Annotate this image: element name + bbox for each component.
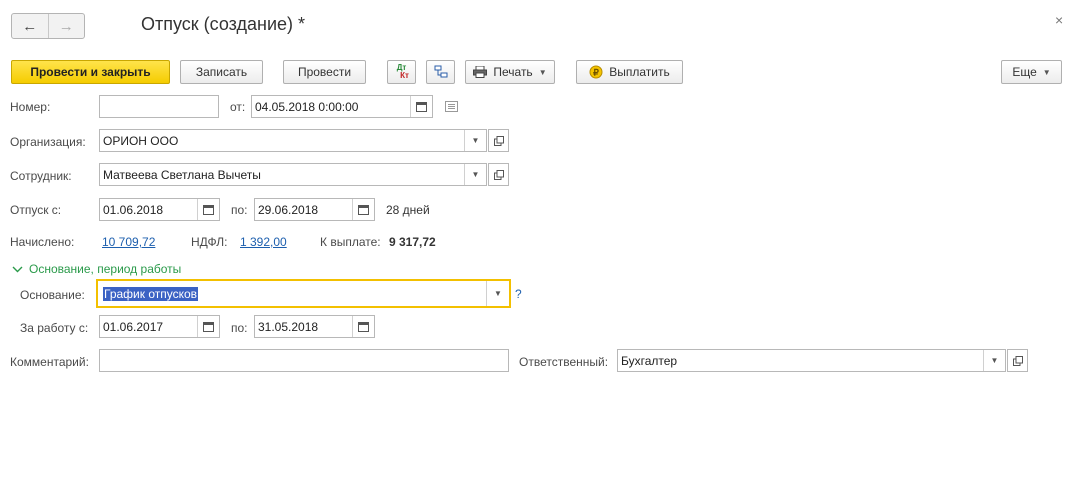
coin-icon: ₽ xyxy=(589,65,603,79)
organization-label: Организация: xyxy=(10,135,86,149)
help-icon[interactable]: ? xyxy=(515,287,522,301)
page-title: Отпуск (создание) * xyxy=(141,14,306,34)
pay-button[interactable]: ₽ Выплатить xyxy=(576,60,683,84)
chevron-down-icon xyxy=(12,266,23,273)
print-button[interactable]: Печать ▼ xyxy=(465,60,555,84)
date-from-label: от: xyxy=(230,100,246,114)
document-history-icon[interactable] xyxy=(445,101,458,115)
accrued-label: Начислено: xyxy=(10,235,75,249)
basis-label: Основание: xyxy=(20,288,85,302)
basis-value: График отпусков xyxy=(103,286,199,301)
vacation-end-input[interactable]: 29.06.2018 xyxy=(254,198,375,221)
more-button[interactable]: Еще ▼ xyxy=(1001,60,1062,84)
work-to-label: по: xyxy=(231,321,248,335)
number-input[interactable] xyxy=(99,95,219,118)
vacation-to-label: по: xyxy=(231,203,248,217)
hierarchy-icon xyxy=(434,65,448,79)
chevron-down-icon: ▼ xyxy=(538,67,547,77)
work-from-label: За работу с: xyxy=(20,321,89,335)
organization-select[interactable]: ОРИОН ООО ▼ xyxy=(99,129,487,152)
vacation-days: 28 дней xyxy=(386,203,430,217)
open-window-icon xyxy=(493,169,504,180)
responsible-select[interactable]: Бухгалтер ▼ xyxy=(617,349,1006,372)
save-button[interactable]: Записать xyxy=(180,60,263,84)
open-window-icon xyxy=(1012,355,1023,366)
comment-label: Комментарий: xyxy=(10,355,89,369)
structure-button[interactable] xyxy=(426,60,455,84)
work-end-input[interactable]: 31.05.2018 xyxy=(254,315,375,338)
back-arrow-icon[interactable]: ← xyxy=(12,14,48,38)
basis-group-toggle[interactable]: Основание, период работы xyxy=(12,262,181,276)
calendar-icon[interactable] xyxy=(410,96,432,117)
open-responsible-button[interactable] xyxy=(1007,349,1028,372)
ndfl-label: НДФЛ: xyxy=(191,235,228,249)
employee-select[interactable]: Матвеева Светлана Вычеты ▼ xyxy=(99,163,487,186)
responsible-label: Ответственный: xyxy=(519,355,609,369)
navigation-buttons: ← → xyxy=(11,13,85,39)
printer-icon xyxy=(473,66,488,78)
chevron-down-icon: ▼ xyxy=(1042,67,1051,77)
ndfl-link[interactable]: 1 392,00 xyxy=(240,235,287,249)
chevron-down-icon[interactable]: ▼ xyxy=(486,281,509,306)
vacation-from-label: Отпуск с: xyxy=(10,203,62,217)
accrued-link[interactable]: 10 709,72 xyxy=(102,235,155,249)
calendar-icon[interactable] xyxy=(352,316,374,337)
calendar-icon[interactable] xyxy=(352,199,374,220)
dt-kt-button[interactable]: Дт Кт xyxy=(387,60,416,84)
comment-input[interactable] xyxy=(99,349,509,372)
close-icon[interactable]: × xyxy=(1055,12,1063,28)
open-employee-button[interactable] xyxy=(488,163,509,186)
payout-label: К выплате: xyxy=(320,235,381,249)
chevron-down-icon[interactable]: ▼ xyxy=(983,350,1005,371)
forward-arrow-icon[interactable]: → xyxy=(47,14,85,38)
chevron-down-icon[interactable]: ▼ xyxy=(464,164,486,185)
payout-amount: 9 317,72 xyxy=(389,235,436,249)
document-date-input[interactable]: 04.05.2018 0:00:00 xyxy=(251,95,433,118)
open-window-icon xyxy=(493,135,504,146)
vacation-start-input[interactable]: 01.06.2018 xyxy=(99,198,220,221)
open-organization-button[interactable] xyxy=(488,129,509,152)
post-button[interactable]: Провести xyxy=(283,60,366,84)
number-label: Номер: xyxy=(10,100,51,114)
dt-kt-icon: Дт Кт xyxy=(396,63,409,80)
svg-text:₽: ₽ xyxy=(593,68,599,78)
calendar-icon[interactable] xyxy=(197,316,219,337)
employee-label: Сотрудник: xyxy=(10,169,72,183)
work-start-input[interactable]: 01.06.2017 xyxy=(99,315,220,338)
calendar-icon[interactable] xyxy=(197,199,219,220)
basis-select[interactable]: График отпусков ▼ xyxy=(96,279,511,308)
post-and-close-button[interactable]: Провести и закрыть xyxy=(11,60,170,84)
chevron-down-icon[interactable]: ▼ xyxy=(464,130,486,151)
